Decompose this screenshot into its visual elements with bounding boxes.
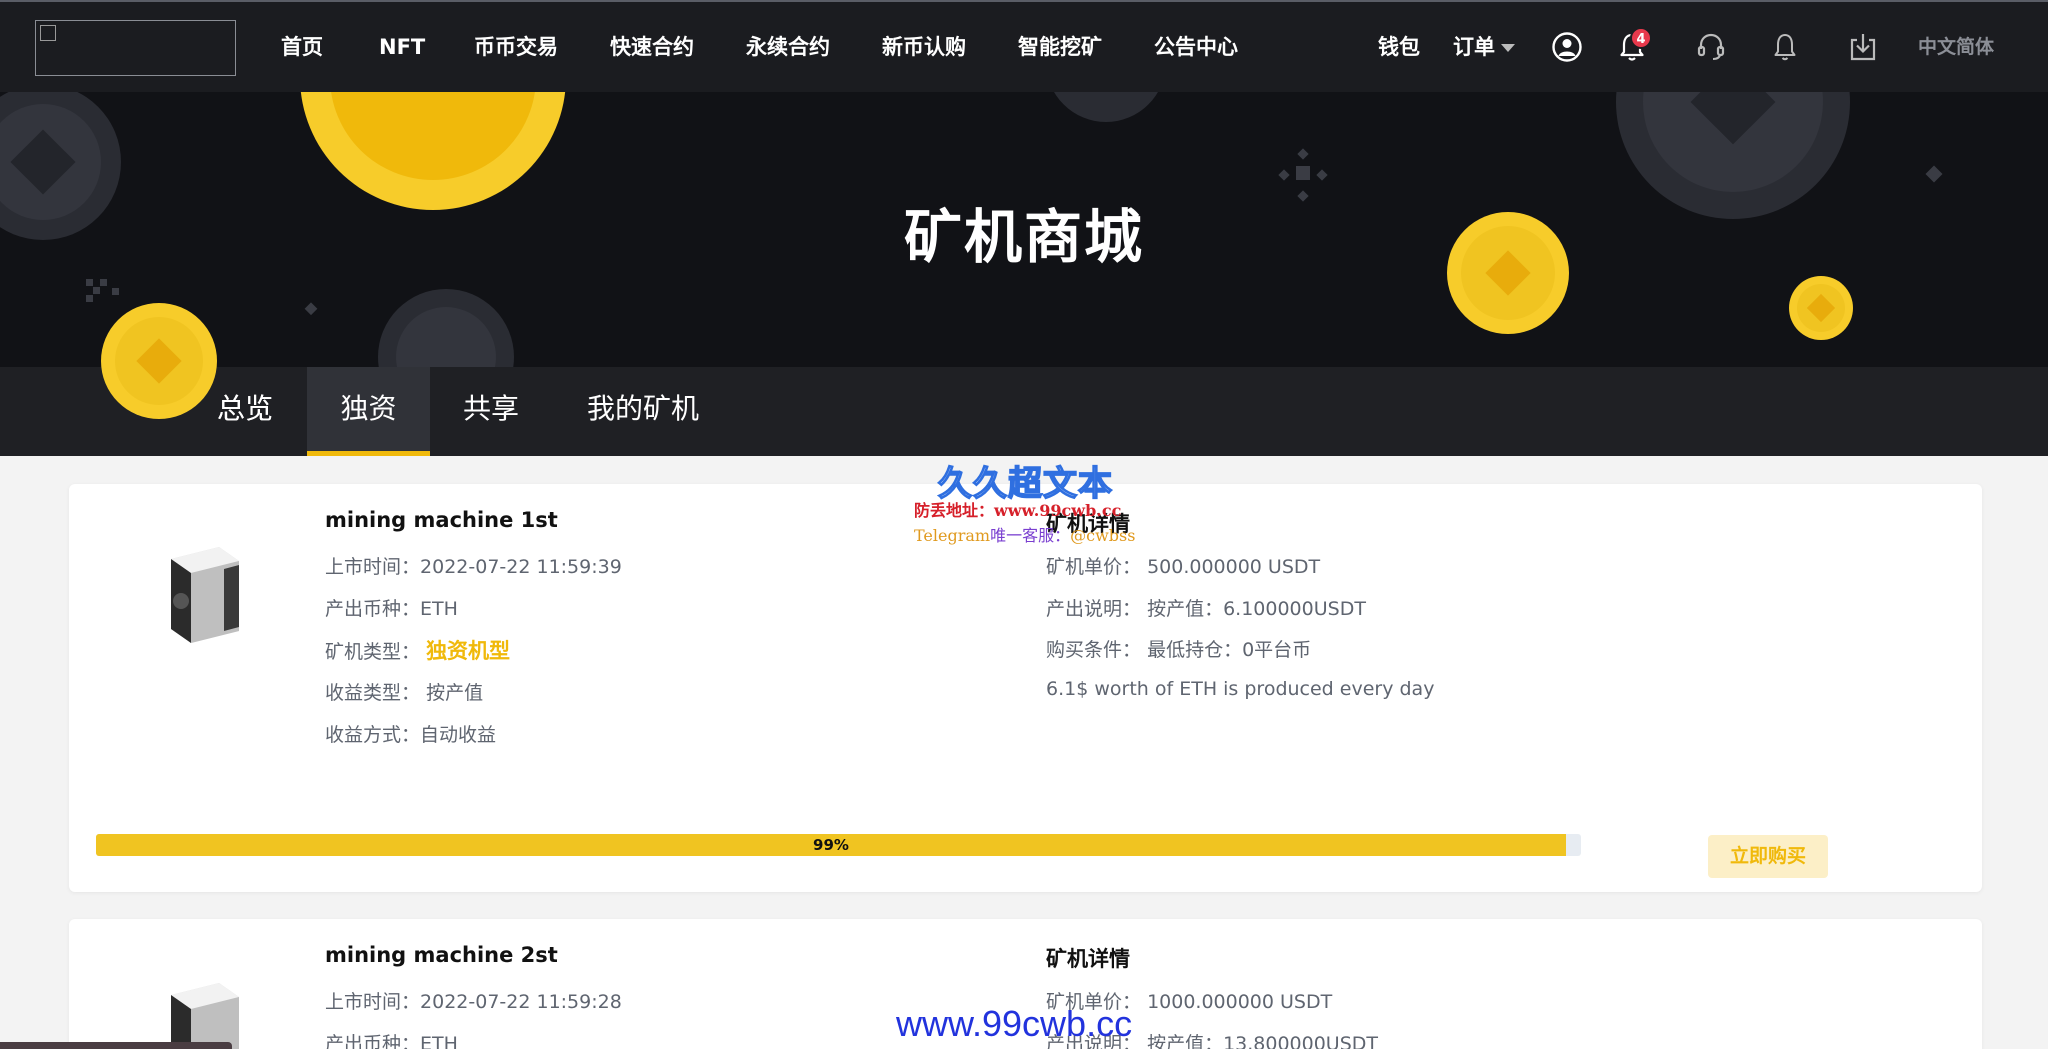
nav-new-coin-subscription[interactable]: 新币认购 (882, 32, 966, 62)
watermark-address: 防丢地址：www.99cwb.cc (914, 501, 1122, 520)
income-mode-label: 收益方式： (325, 724, 421, 746)
miner-details-title: 矿机详情 (1046, 947, 1130, 971)
hero-banner: 矿机商城 (0, 92, 2048, 367)
output-coin-value: ETH (420, 598, 458, 620)
tab-shared[interactable]: 共享 (446, 367, 536, 456)
purchase-condition-row: 购买条件： 最低持仓：0平台币 (1046, 635, 1311, 662)
output-desc-label: 产出说明： (1046, 598, 1142, 620)
buy-now-button[interactable]: 立即购买 (1708, 835, 1828, 878)
output-coin-label: 产出币种： (325, 1033, 421, 1049)
sales-progress-bar: 99% (96, 834, 1581, 856)
headset-icon[interactable] (1694, 30, 1728, 64)
logo-broken-image[interactable] (35, 20, 236, 76)
language-selector[interactable]: 中文简体 (1918, 32, 1994, 59)
watermark-contact: Telegram唯一客服：@cwbss (914, 522, 1135, 546)
chevron-down-icon (1501, 44, 1515, 52)
miner-type-label: 矿机类型： (325, 641, 421, 663)
nav-home[interactable]: 首页 (281, 32, 323, 62)
listed-time-label: 上市时间： (325, 556, 421, 578)
watermark-telegram: Telegram (914, 526, 991, 545)
output-coin-row: 产出币种：ETH (325, 594, 458, 621)
bell-outline-icon[interactable] (1768, 30, 1802, 64)
unit-price-value: 1000.000000 USDT (1147, 991, 1333, 1013)
tab-overview-label-overlay[interactable]: 总览 (200, 367, 290, 456)
nav-perpetual-contract[interactable]: 永续合约 (746, 32, 830, 62)
nav-nft[interactable]: NFT (379, 32, 425, 62)
output-desc-row: 产出说明： 按产值：6.100000USDT (1046, 594, 1366, 621)
unit-price-label: 矿机单价： (1046, 556, 1142, 578)
watermark-service-label: 唯一客服： (990, 526, 1071, 545)
listed-time-label: 上市时间： (325, 991, 421, 1013)
miner-type-value: 独资机型 (426, 639, 511, 663)
tab-exclusive[interactable]: 独资 (307, 367, 430, 456)
user-icon[interactable] (1550, 30, 1584, 64)
income-type-label: 收益类型： (325, 682, 421, 704)
unit-price-value: 500.000000 USDT (1147, 556, 1321, 578)
output-coin-row: 产出币种：ETH (325, 1029, 458, 1049)
income-mode-row: 收益方式：自动收益 (325, 720, 496, 747)
output-coin-label: 产出币种： (325, 598, 421, 620)
nav-spot-trading[interactable]: 币币交易 (474, 32, 558, 62)
watermark-handle: @cwbss (1070, 526, 1136, 545)
page-title: 矿机商城 (903, 203, 1144, 271)
output-desc-value: 按产值：13.800000USDT (1147, 1033, 1379, 1049)
income-mode-value: 自动收益 (420, 724, 497, 746)
miner-type-row: 矿机类型： 独资机型 (325, 635, 510, 665)
nav-quick-contract[interactable]: 快速合约 (610, 32, 694, 62)
miner-name: mining machine 2st (325, 943, 558, 967)
purchase-condition-label: 购买条件： (1046, 639, 1142, 661)
listed-time-row: 上市时间：2022-07-22 11:59:28 (325, 987, 622, 1014)
watermark-url: www.99cwb.cc (896, 1003, 1133, 1044)
miner-description: 6.1$ worth of ETH is produced every day (1046, 678, 1435, 700)
listed-time-row: 上市时间：2022-07-22 11:59:39 (325, 552, 622, 579)
miner-device-image (171, 547, 239, 643)
listed-time-value: 2022-07-22 11:59:39 (420, 556, 622, 578)
orders-label: 订单 (1453, 35, 1495, 59)
bottom-strip (0, 1042, 232, 1049)
notification-count-badge: 4 (1630, 27, 1652, 49)
output-desc-value: 按产值：6.100000USDT (1147, 598, 1366, 620)
nav-wallet[interactable]: 钱包 (1378, 32, 1420, 62)
nav-orders-dropdown[interactable]: 订单 (1453, 32, 1515, 62)
miner-name: mining machine 1st (325, 508, 558, 532)
income-type-value: 按产值 (426, 682, 484, 704)
nav-smart-mining[interactable]: 智能挖矿 (1018, 32, 1102, 62)
listed-time-value: 2022-07-22 11:59:28 (420, 991, 622, 1013)
nav-announcements[interactable]: 公告中心 (1154, 32, 1238, 62)
purchase-condition-value: 最低持仓：0平台币 (1147, 639, 1312, 661)
broken-image-icon (40, 25, 56, 41)
unit-price-row: 矿机单价： 500.000000 USDT (1046, 552, 1320, 579)
top-navbar: 首页 NFT 币币交易 快速合约 永续合约 新币认购 智能挖矿 公告中心 钱包 … (0, 0, 2048, 92)
download-icon[interactable] (1846, 30, 1880, 64)
progress-percent: 99% (813, 836, 849, 854)
income-type-row: 收益类型： 按产值 (325, 678, 483, 705)
tab-my-miners[interactable]: 我的矿机 (568, 367, 718, 456)
tab-bar: 总览 独资 共享 我的矿机 (0, 367, 2048, 456)
output-coin-value: ETH (420, 1033, 458, 1049)
miner-device-image (171, 983, 239, 1049)
